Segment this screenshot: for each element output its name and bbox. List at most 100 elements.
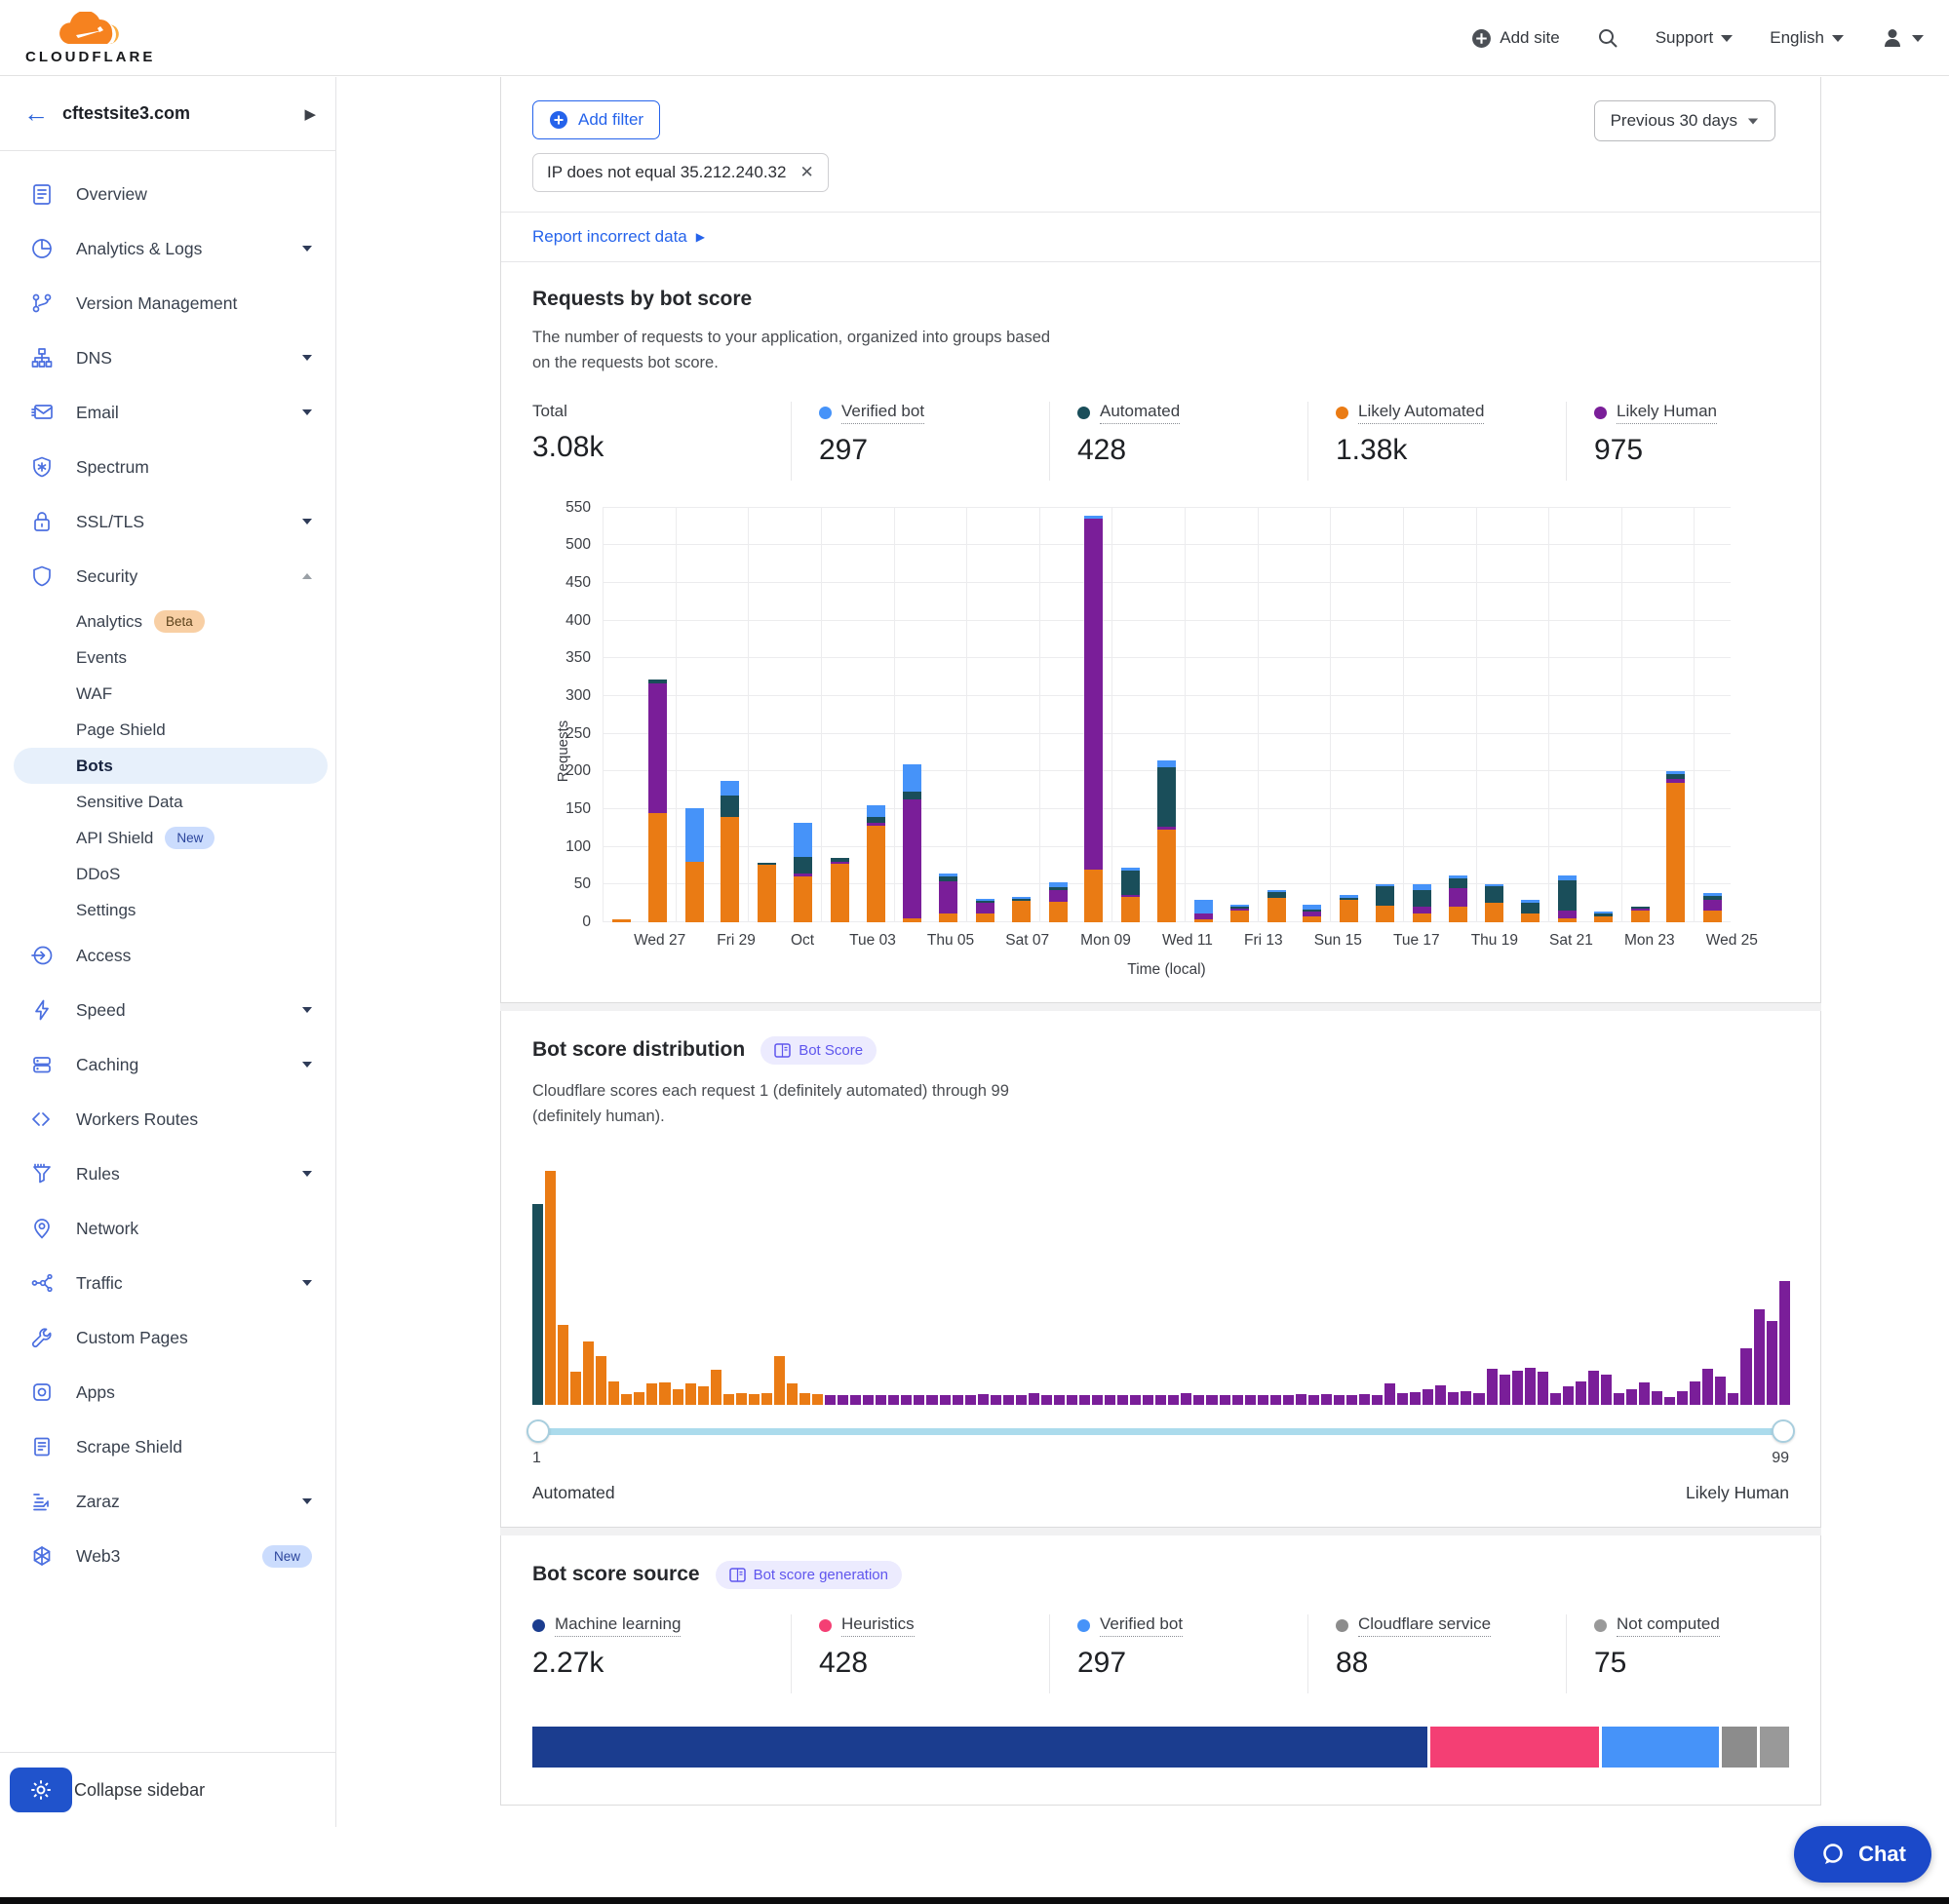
stacked-bar-5[interactable] [794,823,812,922]
add-filter-button[interactable]: Add filter [532,100,660,139]
hist-bar-score-44[interactable] [1079,1395,1090,1405]
hist-bar-score-4[interactable] [570,1372,581,1405]
hist-bar-score-33[interactable] [940,1395,951,1405]
hist-bar-score-24[interactable] [825,1395,836,1405]
sidebar-item-zaraz[interactable]: Zaraz [0,1474,335,1529]
hist-bar-score-55[interactable] [1220,1395,1230,1405]
hist-bar-score-82[interactable] [1563,1386,1574,1405]
hist-bar-score-14[interactable] [698,1386,709,1405]
hist-bar-score-56[interactable] [1232,1395,1243,1405]
hist-bar-score-87[interactable] [1626,1389,1637,1405]
slider-handle-max[interactable] [1772,1419,1795,1443]
stacked-bar-6[interactable] [831,858,849,922]
hist-bar-score-62[interactable] [1308,1395,1319,1405]
hist-bar-score-41[interactable] [1041,1395,1052,1405]
hist-bar-score-27[interactable] [863,1395,874,1405]
hist-bar-score-5[interactable] [583,1341,594,1405]
hist-bar-score-42[interactable] [1054,1395,1065,1405]
stacked-bar-12[interactable] [1049,882,1068,922]
hist-bar-score-32[interactable] [926,1395,937,1405]
sidebar-item-analytics-logs[interactable]: Analytics & Logs [0,221,335,276]
hist-bar-score-6[interactable] [596,1356,606,1405]
hist-bar-score-94[interactable] [1715,1377,1726,1405]
stacked-bar-7[interactable] [867,805,885,922]
add-site-button[interactable]: Add site [1471,28,1559,49]
hist-bar-score-10[interactable] [646,1383,657,1405]
stacked-bar-27[interactable] [1594,912,1613,922]
sidebar-item-ssl-tls[interactable]: SSL/TLS [0,494,335,549]
site-switcher[interactable]: ← cftestsite3.com ▶ [0,77,335,151]
hist-bar-score-69[interactable] [1397,1393,1408,1405]
hist-bar-score-60[interactable] [1283,1395,1294,1405]
sidebar-item-security[interactable]: Security [0,549,335,603]
hist-bar-score-81[interactable] [1550,1393,1561,1405]
stacked-bar-8[interactable] [903,764,921,921]
stacked-bar-24[interactable] [1485,884,1503,922]
sidebar-item-apps[interactable]: Apps [0,1365,335,1419]
hist-bar-score-65[interactable] [1346,1395,1357,1405]
hist-bar-score-78[interactable] [1512,1371,1523,1405]
hist-bar-score-54[interactable] [1206,1395,1217,1405]
hist-bar-score-75[interactable] [1473,1393,1484,1405]
stacked-bar-29[interactable] [1666,771,1685,922]
bot-score-badge[interactable]: Bot Score [760,1036,877,1065]
hist-bar-score-76[interactable] [1487,1369,1498,1405]
hist-bar-score-92[interactable] [1690,1381,1700,1405]
hist-bar-score-23[interactable] [812,1394,823,1405]
sidebar-subitem-settings[interactable]: Settings [0,892,335,928]
hist-bar-score-34[interactable] [953,1395,963,1405]
stacked-bar-1[interactable] [648,680,667,922]
stacked-bar-30[interactable] [1703,893,1722,921]
settings-gear-button[interactable] [10,1768,72,1812]
sidebar-item-speed[interactable]: Speed [0,983,335,1037]
hist-bar-score-53[interactable] [1193,1395,1204,1405]
hist-bar-score-96[interactable] [1740,1348,1751,1405]
stacked-bar-11[interactable] [1012,897,1031,922]
bot-score-generation-badge[interactable]: Bot score generation [716,1561,902,1589]
date-range-select[interactable]: Previous 30 days [1594,100,1775,141]
sidebar-subitem-analytics[interactable]: AnalyticsBeta [0,603,335,640]
hist-bar-score-68[interactable] [1384,1383,1395,1405]
sidebar-subitem-sensitive-data[interactable]: Sensitive Data [0,784,335,820]
sidebar-item-traffic[interactable]: Traffic [0,1256,335,1310]
hist-bar-score-22[interactable] [799,1393,810,1405]
hist-bar-score-80[interactable] [1538,1372,1548,1405]
sidebar-subitem-page-shield[interactable]: Page Shield [0,712,335,748]
hist-bar-score-72[interactable] [1435,1385,1446,1405]
sidebar-item-email[interactable]: Email [0,385,335,440]
hist-bar-score-59[interactable] [1270,1395,1281,1405]
hist-bar-score-85[interactable] [1601,1375,1612,1405]
hist-bar-score-73[interactable] [1448,1392,1459,1405]
hist-bar-score-51[interactable] [1168,1395,1179,1405]
stacked-bar-10[interactable] [976,899,994,922]
hist-bar-score-71[interactable] [1423,1389,1433,1405]
hist-bar-score-98[interactable] [1767,1321,1777,1405]
hist-bar-score-28[interactable] [876,1395,886,1405]
stacked-bar-2[interactable] [685,808,704,922]
hist-bar-score-95[interactable] [1728,1393,1738,1405]
language-menu[interactable]: English [1770,28,1844,48]
hist-bar-score-40[interactable] [1029,1393,1039,1405]
hist-bar-score-48[interactable] [1130,1395,1141,1405]
hist-bar-score-45[interactable] [1092,1395,1103,1405]
hist-bar-score-13[interactable] [685,1383,696,1405]
hist-bar-score-11[interactable] [659,1382,670,1405]
hist-bar-score-88[interactable] [1639,1382,1650,1405]
stacked-bar-13[interactable] [1084,516,1103,922]
chevron-right-icon[interactable]: ▶ [304,105,316,123]
stacked-bar-25[interactable] [1521,900,1540,922]
collapse-sidebar-button[interactable]: Collapse sidebar [74,1780,205,1801]
stacked-bar-9[interactable] [939,874,957,922]
account-menu[interactable] [1881,26,1924,50]
hist-bar-score-15[interactable] [711,1370,721,1405]
hist-bar-score-43[interactable] [1067,1395,1077,1405]
hist-bar-score-16[interactable] [723,1394,734,1405]
hist-bar-score-47[interactable] [1117,1395,1128,1405]
hist-bar-score-64[interactable] [1334,1395,1345,1405]
sidebar-item-rules[interactable]: Rules [0,1146,335,1201]
sidebar-item-access[interactable]: Access [0,928,335,983]
hist-bar-score-12[interactable] [673,1389,683,1405]
stacked-bar-14[interactable] [1121,868,1140,922]
hist-bar-score-49[interactable] [1143,1395,1153,1405]
hist-bar-score-79[interactable] [1525,1368,1536,1405]
